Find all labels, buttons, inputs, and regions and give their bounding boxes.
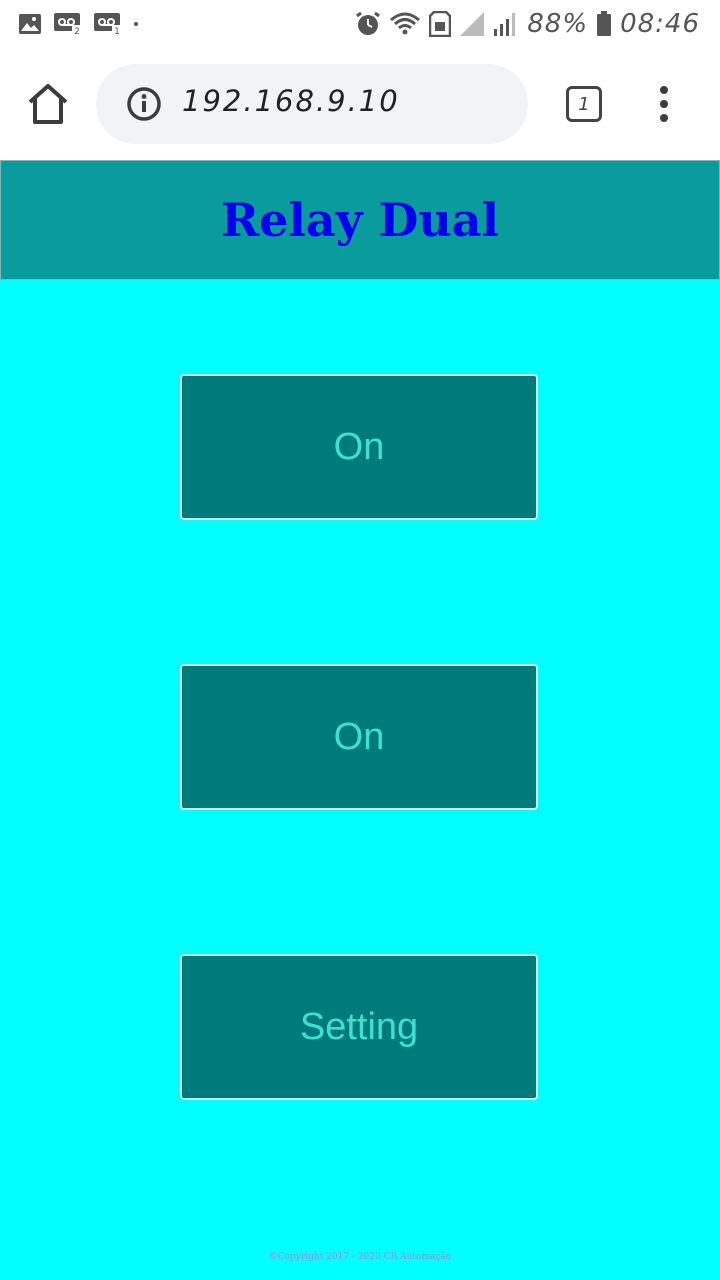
svg-text:1: 1 xyxy=(114,27,120,35)
battery-percent: 88% xyxy=(527,9,589,39)
wifi-icon xyxy=(390,12,421,35)
home-icon[interactable] xyxy=(26,82,70,126)
clock: 08:46 xyxy=(620,9,700,39)
tab-count: 1 xyxy=(578,93,590,115)
voicemail-1-icon: 1 xyxy=(94,13,122,35)
signal-weak-icon xyxy=(460,12,485,36)
system-icons: 88% 08:46 xyxy=(355,8,700,40)
page-header: Relay Dual xyxy=(0,160,720,280)
signal-icon xyxy=(494,13,516,36)
notification-icons: 2 1 xyxy=(18,12,138,36)
status-bar: 2 1 88% 08:46 xyxy=(0,0,720,48)
voicemail-2-icon: 2 xyxy=(54,13,82,35)
sim-icon xyxy=(429,11,452,37)
tab-switcher-icon[interactable]: 1 xyxy=(566,86,602,122)
svg-text:2: 2 xyxy=(74,27,80,35)
alarm-icon xyxy=(356,11,381,35)
copyright-footer: ©Copyright 2017 - 2020 CR Automação xyxy=(268,1252,452,1262)
browser-toolbar: 192.168.9.10 1 xyxy=(0,48,720,160)
notification-dot-icon xyxy=(134,22,138,26)
menu-icon[interactable] xyxy=(652,84,676,124)
image-icon xyxy=(19,14,41,34)
info-icon[interactable] xyxy=(126,86,162,122)
url-text[interactable]: 192.168.9.10 xyxy=(182,84,400,118)
page-title: Relay Dual xyxy=(220,193,500,247)
relay-2-button[interactable]: On xyxy=(180,664,538,810)
battery-icon xyxy=(597,11,612,36)
relay-1-button[interactable]: On xyxy=(180,374,538,520)
setting-button[interactable]: Setting xyxy=(180,954,538,1100)
address-bar[interactable]: 192.168.9.10 xyxy=(96,64,528,144)
web-page: Relay Dual On On Setting ©Copyright 2017… xyxy=(0,160,720,1280)
